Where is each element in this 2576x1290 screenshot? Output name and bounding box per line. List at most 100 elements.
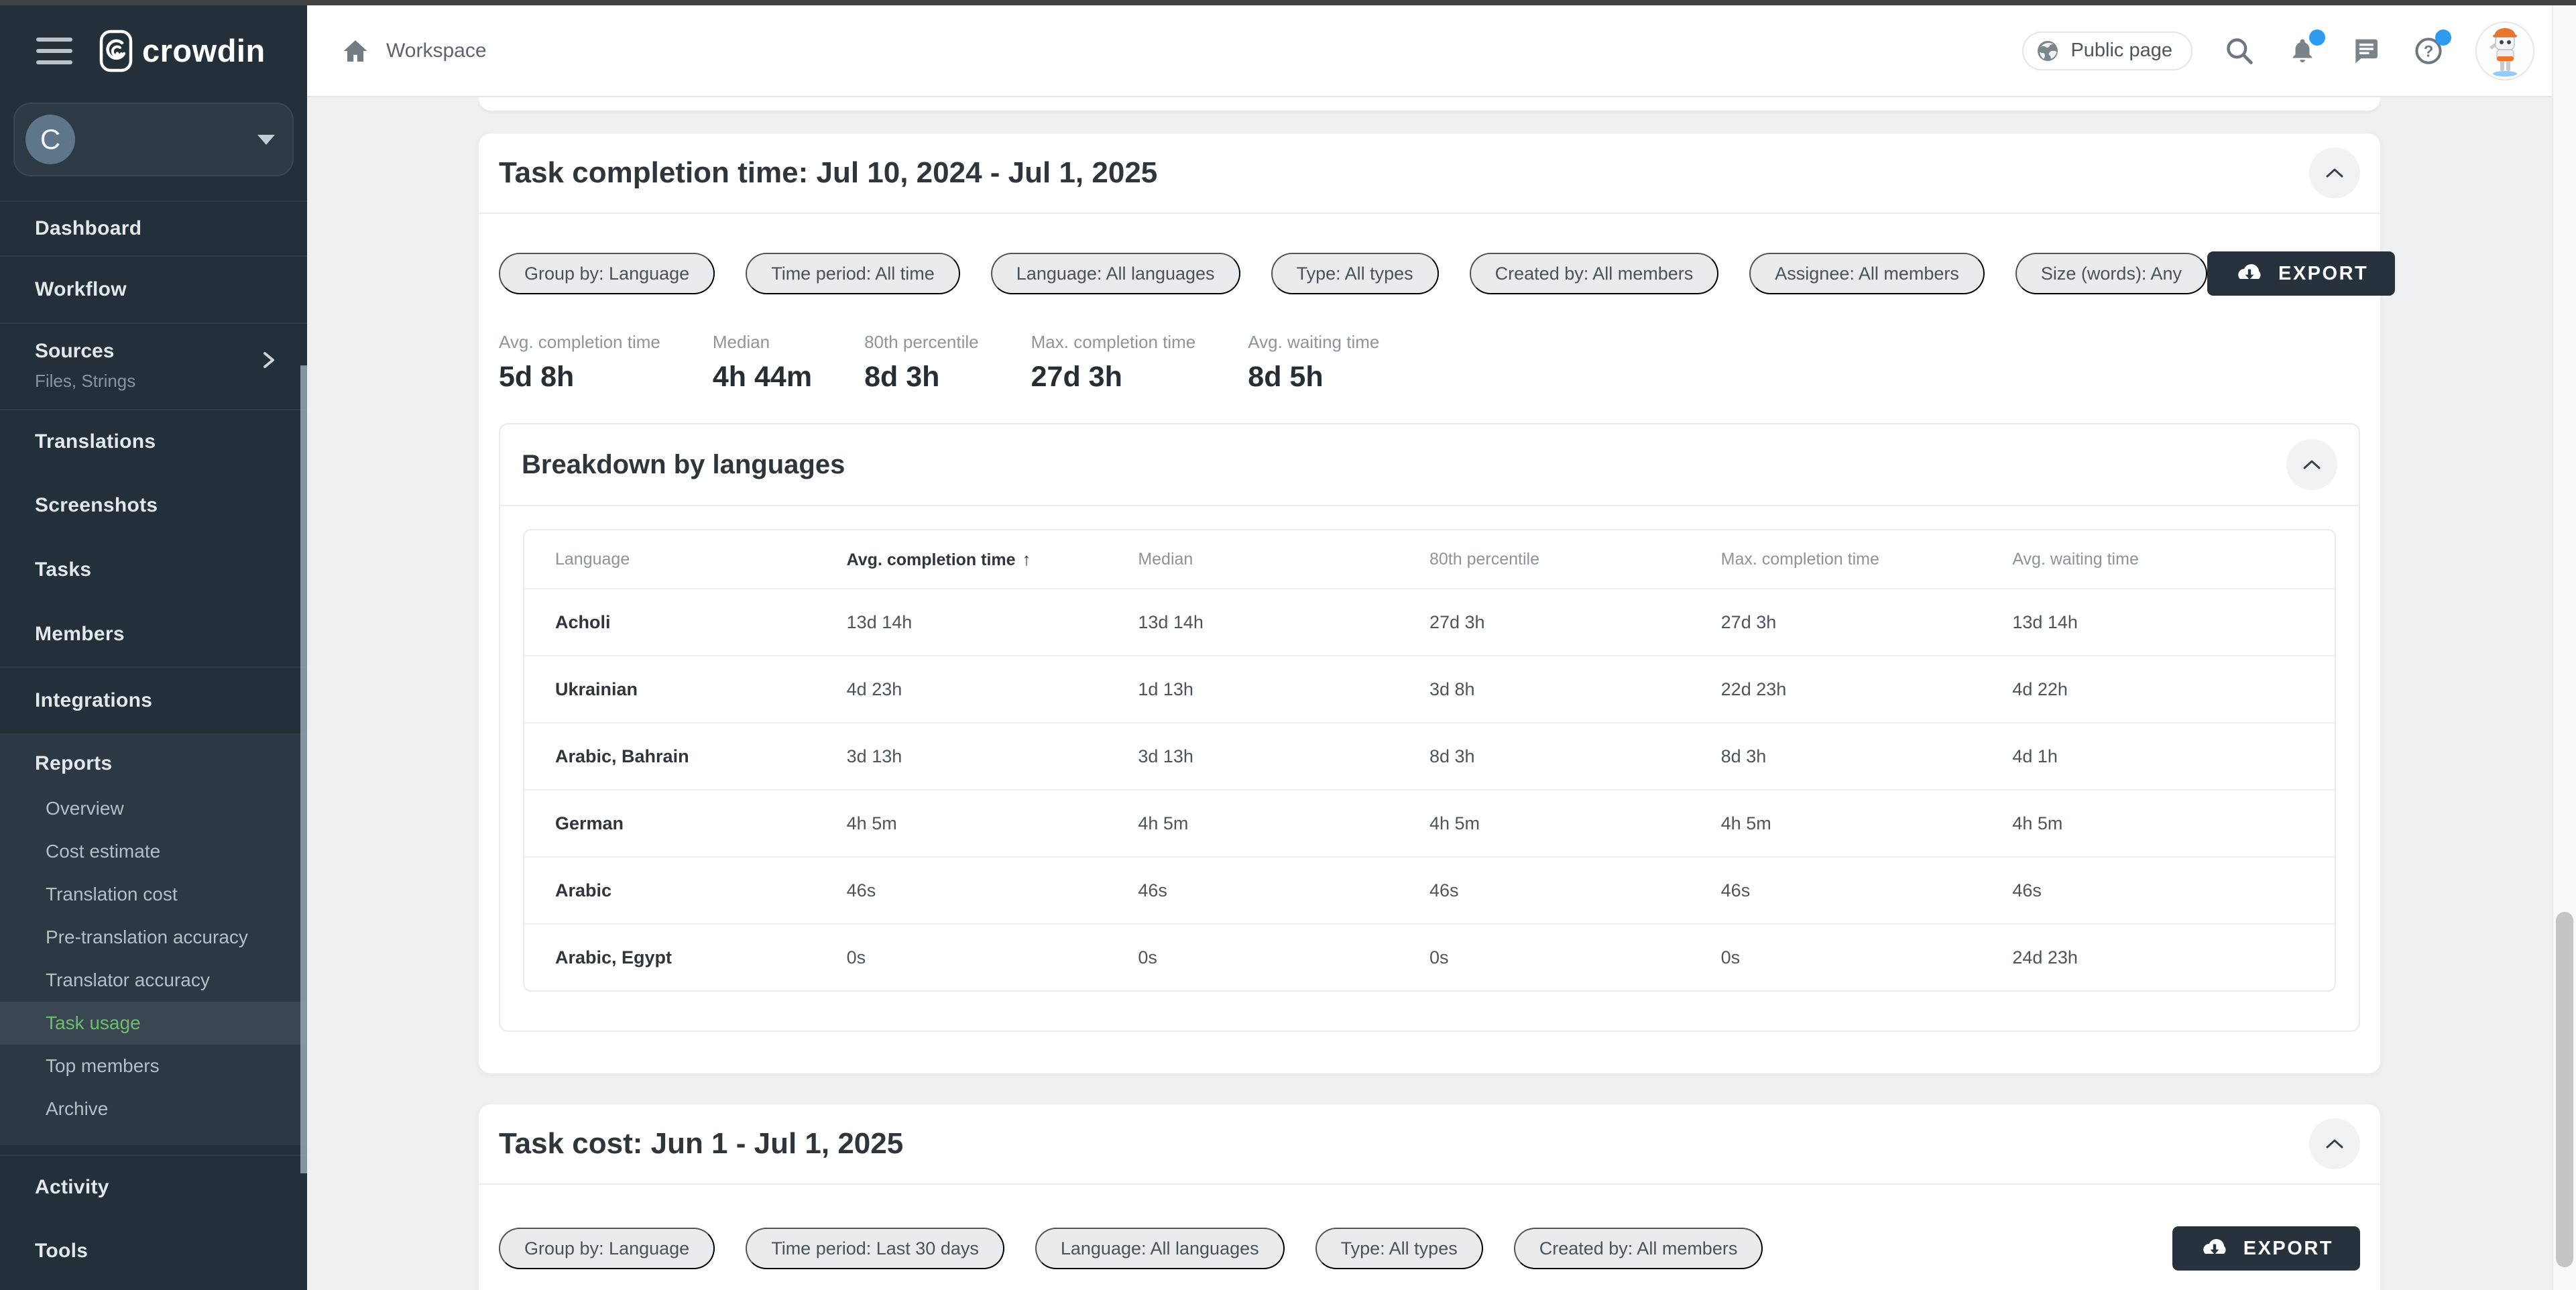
col-language[interactable]: Language — [555, 550, 847, 569]
export-button[interactable]: EXPORT — [2172, 1226, 2360, 1271]
cell-language: Arabic — [555, 880, 847, 901]
task-completion-title: Task completion time: Jul 10, 2024 - Jul… — [499, 156, 1157, 190]
filter-type[interactable]: Type: All types — [1315, 1228, 1483, 1269]
sidebar-item-translation-cost[interactable]: Translation cost — [0, 873, 307, 916]
chevron-right-icon — [260, 347, 278, 373]
home-icon[interactable] — [339, 35, 371, 67]
filter-created-by[interactable]: Created by: All members — [1470, 253, 1719, 294]
page-scrollbar-track[interactable] — [2552, 5, 2576, 1290]
cell-value: 8d 3h — [1721, 746, 2013, 767]
stat-value: 8d 5h — [1248, 361, 1379, 394]
cell-value: 27d 3h — [1429, 612, 1721, 633]
stat-label: Median — [713, 332, 812, 353]
crowdin-logo[interactable]: crowdin — [99, 30, 266, 72]
sidebar-item-translator-accuracy[interactable]: Translator accuracy — [0, 959, 307, 1002]
sidebar-item-reports[interactable]: Reports — [0, 735, 307, 787]
previous-card-bottom — [479, 97, 2380, 111]
stat-label: 80th percentile — [864, 332, 979, 353]
filter-language[interactable]: Language: All languages — [1035, 1228, 1285, 1269]
collapse-section-button[interactable] — [2309, 1118, 2360, 1169]
cell-value: 4h 5m — [1429, 813, 1721, 834]
filters-row: Group by: Language Time period: Last 30 … — [499, 1226, 2360, 1271]
globe-icon — [2036, 39, 2060, 63]
sidebar-scrollbar[interactable] — [300, 365, 307, 1173]
filter-type[interactable]: Type: All types — [1271, 253, 1439, 294]
cell-language: Arabic, Bahrain — [555, 746, 847, 767]
cell-value: 1d 13h — [1138, 679, 1429, 700]
cloud-download-icon — [2234, 263, 2265, 284]
cell-value: 8d 3h — [1429, 746, 1721, 767]
card-title-bar: Task cost: Jun 1 - Jul 1, 2025 — [479, 1104, 2380, 1185]
breakdown-panel-header: Breakdown by languages — [500, 424, 2359, 506]
cell-value: 4h 5m — [2012, 813, 2304, 834]
topbar-actions: Public page ? — [2022, 21, 2534, 80]
sidebar-item-translations[interactable]: Translations — [0, 409, 307, 473]
cell-value: 0s — [1721, 947, 2013, 968]
sidebar-item-archive[interactable]: Archive — [0, 1088, 307, 1130]
workspace-avatar: C — [25, 115, 75, 164]
cell-value: 3d 13h — [1138, 746, 1429, 767]
export-label: EXPORT — [2278, 263, 2368, 285]
export-label: EXPORT — [2243, 1238, 2333, 1260]
sidebar-item-tools[interactable]: Tools — [0, 1219, 307, 1283]
public-page-label: Public page — [2070, 40, 2172, 62]
filter-time-period[interactable]: Time period: All time — [746, 253, 960, 294]
col-label: Avg. completion time — [847, 550, 1016, 569]
sidebar-item-workflow[interactable]: Workflow — [0, 255, 307, 322]
task-cost-title: Task cost: Jun 1 - Jul 1, 2025 — [499, 1127, 903, 1161]
filter-group-by[interactable]: Group by: Language — [499, 1228, 715, 1269]
stat-80th-percentile: 80th percentile 8d 3h — [864, 332, 979, 394]
col-avg-waiting[interactable]: Avg. waiting time — [2012, 550, 2304, 569]
cell-value: 0s — [1138, 947, 1429, 968]
table-row: Arabic, Bahrain 3d 13h 3d 13h 8d 3h 8d 3… — [524, 722, 2335, 789]
col-avg-completion-sorted[interactable]: Avg. completion time↑ — [847, 549, 1138, 570]
breadcrumb[interactable]: Workspace — [386, 40, 487, 62]
collapse-section-button[interactable] — [2309, 148, 2360, 198]
notifications-bell-icon[interactable] — [2286, 35, 2319, 67]
help-icon[interactable]: ? — [2412, 35, 2445, 67]
sidebar-item-members[interactable]: Members — [0, 602, 307, 666]
filter-language[interactable]: Language: All languages — [991, 253, 1240, 294]
sources-subtitle: Files, Strings — [35, 371, 307, 392]
filter-time-period[interactable]: Time period: Last 30 days — [746, 1228, 1004, 1269]
collapse-breakdown-button[interactable] — [2286, 439, 2337, 490]
cell-value: 22d 23h — [1721, 679, 2013, 700]
sidebar-item-screenshots[interactable]: Screenshots — [0, 473, 307, 538]
col-median[interactable]: Median — [1138, 550, 1429, 569]
cell-value: 13d 14h — [847, 612, 1138, 633]
task-cost-card: Task cost: Jun 1 - Jul 1, 2025 Group by:… — [479, 1104, 2380, 1290]
sidebar-item-cost-estimate[interactable]: Cost estimate — [0, 830, 307, 873]
public-page-button[interactable]: Public page — [2022, 32, 2192, 70]
workspace-selector[interactable]: C — [13, 103, 294, 176]
sidebar-item-top-members[interactable]: Top members — [0, 1045, 307, 1088]
user-avatar[interactable] — [2475, 21, 2534, 80]
sidebar-item-task-usage[interactable]: Task usage — [0, 1002, 307, 1045]
search-icon[interactable] — [2223, 35, 2256, 67]
filter-created-by[interactable]: Created by: All members — [1514, 1228, 1763, 1269]
export-button[interactable]: EXPORT — [2207, 251, 2395, 296]
filter-size-words[interactable]: Size (words): Any — [2015, 253, 2207, 294]
sidebar-item-sources[interactable]: Sources Files, Strings — [0, 322, 307, 409]
hamburger-menu-icon[interactable] — [36, 38, 72, 64]
col-max-completion[interactable]: Max. completion time — [1721, 550, 2013, 569]
filter-assignee[interactable]: Assignee: All members — [1749, 253, 1985, 294]
caret-down-icon — [257, 135, 275, 145]
filter-group-by[interactable]: Group by: Language — [499, 253, 715, 294]
stat-max-completion: Max. completion time 27d 3h — [1031, 332, 1196, 394]
sidebar-item-tasks[interactable]: Tasks — [0, 538, 307, 602]
cell-language: Acholi — [555, 612, 847, 633]
cell-value: 4h 5m — [1721, 813, 2013, 834]
breakdown-panel: Breakdown by languages Language — [499, 423, 2360, 1032]
sidebar-item-pre-translation-accuracy[interactable]: Pre-translation accuracy — [0, 916, 307, 959]
sidebar: crowdin C Dashboard Workflow Sources Fil… — [0, 5, 307, 1290]
messages-icon[interactable] — [2349, 35, 2382, 67]
summary-stats: Avg. completion time 5d 8h Median 4h 44m… — [499, 332, 2360, 394]
filters-row: Group by: Language Time period: All time… — [499, 251, 2360, 296]
sidebar-item-integrations[interactable]: Integrations — [0, 666, 307, 734]
task-completion-time-card: Task completion time: Jul 10, 2024 - Jul… — [479, 133, 2380, 1073]
page-scrollbar-thumb[interactable] — [2556, 912, 2573, 1267]
col-80th-percentile[interactable]: 80th percentile — [1429, 550, 1721, 569]
sidebar-item-overview[interactable]: Overview — [0, 787, 307, 830]
sidebar-item-dashboard[interactable]: Dashboard — [0, 202, 307, 255]
sidebar-item-activity[interactable]: Activity — [0, 1155, 307, 1219]
